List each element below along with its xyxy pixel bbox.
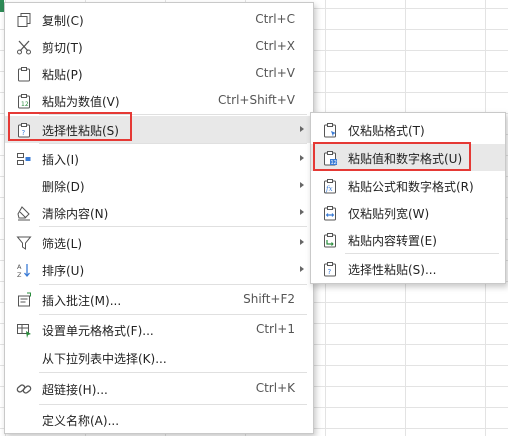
- paste-special-icon: ?: [15, 121, 33, 139]
- menu-item-label: 粘贴(P): [42, 68, 83, 82]
- submenu-item-paste-values-numbers[interactable]: 12 粘贴值和数字格式(U): [311, 144, 505, 171]
- menu-item-pick-from-list[interactable]: 从下拉列表中选择(K)...: [5, 344, 313, 371]
- menu-item-define-name[interactable]: 定义名称(A)...: [5, 406, 313, 433]
- menu-item-label: 筛选(L): [42, 237, 83, 251]
- paste-special-icon: ?: [321, 260, 339, 278]
- menu-item-shortcut: Ctrl+X: [255, 39, 295, 53]
- menu-item-shortcut: Ctrl+K: [255, 381, 295, 395]
- chevron-right-icon: [300, 155, 304, 161]
- menu-item-paste-values[interactable]: 12 粘贴为数值(V) Ctrl+Shift+V: [5, 87, 313, 114]
- svg-text:12: 12: [21, 101, 29, 108]
- paste-column-width-icon: [321, 204, 339, 222]
- context-menu: 复制(C) Ctrl+C 剪切(T) Ctrl+X 粘贴(P) Ctrl+V 1…: [4, 2, 314, 434]
- menu-item-copy[interactable]: 复制(C) Ctrl+C: [5, 6, 313, 33]
- menu-separator: [39, 143, 307, 144]
- submenu-item-label: 仅粘贴列宽(W): [348, 207, 430, 221]
- menu-item-label: 选择性粘贴(S): [42, 124, 119, 138]
- paste-values-icon: 12: [15, 92, 33, 110]
- menu-item-hyperlink[interactable]: 超链接(H)... Ctrl+K: [5, 375, 313, 402]
- paste-format-icon: [321, 121, 339, 139]
- paste-special-submenu: 仅粘贴格式(T) 12 粘贴值和数字格式(U) fx 粘贴公式和数字格式(R) …: [310, 112, 506, 284]
- submenu-item-label: 仅粘贴格式(T): [348, 124, 425, 138]
- menu-separator: [345, 253, 499, 254]
- chevron-right-icon: [300, 209, 304, 215]
- submenu-item-paste-formulas-numbers[interactable]: fx 粘贴公式和数字格式(R): [311, 172, 505, 199]
- menu-item-label: 删除(D): [42, 180, 85, 194]
- submenu-item-paste-column-width[interactable]: 仅粘贴列宽(W): [311, 199, 505, 226]
- svg-text:A: A: [17, 263, 22, 271]
- menu-separator: [39, 226, 307, 227]
- menu-item-format-cells[interactable]: 设置单元格格式(F)... Ctrl+1: [5, 316, 313, 343]
- svg-text:Z: Z: [17, 271, 22, 278]
- submenu-item-label: 选择性粘贴(S)...: [348, 263, 437, 277]
- svg-text:fx: fx: [325, 185, 333, 193]
- submenu-item-paste-format-only[interactable]: 仅粘贴格式(T): [311, 116, 505, 143]
- eraser-icon: [15, 204, 33, 222]
- menu-separator: [39, 314, 307, 315]
- copy-icon: [15, 11, 33, 29]
- submenu-item-paste-special[interactable]: ? 选择性粘贴(S)...: [311, 255, 505, 282]
- menu-separator: [39, 114, 307, 115]
- menu-item-label: 设置单元格格式(F)...: [42, 324, 154, 338]
- submenu-item-label: 粘贴值和数字格式(U): [348, 152, 463, 166]
- menu-item-label: 复制(C): [42, 14, 84, 28]
- format-cells-icon: [15, 321, 33, 339]
- menu-item-label: 超链接(H)...: [42, 383, 108, 397]
- menu-item-insert[interactable]: 插入(I): [5, 145, 313, 172]
- menu-item-insert-comment[interactable]: 插入批注(M)... Shift+F2: [5, 286, 313, 313]
- menu-item-label: 插入(I): [42, 153, 79, 167]
- menu-item-label: 清除内容(N): [42, 207, 109, 221]
- chevron-right-icon: [300, 239, 304, 245]
- menu-item-label: 剪切(T): [42, 41, 83, 55]
- submenu-item-paste-transpose[interactable]: 粘贴内容转置(E): [311, 226, 505, 253]
- chevron-right-icon: [300, 182, 304, 188]
- menu-separator: [39, 372, 307, 373]
- menu-item-cut[interactable]: 剪切(T) Ctrl+X: [5, 33, 313, 60]
- paste-transpose-icon: [321, 231, 339, 249]
- menu-item-shortcut: Ctrl+V: [255, 66, 295, 80]
- menu-item-shortcut: Ctrl+Shift+V: [218, 93, 295, 107]
- chevron-right-icon: [300, 266, 304, 272]
- paste-values-numbers-icon: 12: [321, 149, 339, 167]
- paste-icon: [15, 65, 33, 83]
- paste-formulas-icon: fx: [321, 177, 339, 195]
- menu-separator: [39, 404, 307, 405]
- menu-item-filter[interactable]: 筛选(L): [5, 229, 313, 256]
- comment-icon: [15, 291, 33, 309]
- menu-item-shortcut: Ctrl+1: [255, 322, 295, 336]
- menu-item-delete[interactable]: 删除(D): [5, 172, 313, 199]
- menu-item-label: 定义名称(A)...: [42, 414, 120, 428]
- menu-item-label: 插入批注(M)...: [42, 294, 122, 308]
- svg-text:12: 12: [331, 160, 337, 166]
- insert-icon: [15, 150, 33, 168]
- submenu-item-label: 粘贴内容转置(E): [348, 234, 437, 248]
- menu-item-label: 粘贴为数值(V): [42, 95, 120, 109]
- menu-item-sort[interactable]: AZ 排序(U): [5, 256, 313, 283]
- menu-item-shortcut: Shift+F2: [243, 292, 295, 306]
- chevron-right-icon: [300, 126, 304, 132]
- svg-text:?: ?: [328, 268, 332, 276]
- sort-icon: AZ: [15, 261, 33, 279]
- menu-item-clear-contents[interactable]: 清除内容(N): [5, 199, 313, 226]
- filter-icon: [15, 234, 33, 252]
- svg-text:?: ?: [22, 129, 26, 137]
- menu-item-paste[interactable]: 粘贴(P) Ctrl+V: [5, 60, 313, 87]
- scissors-icon: [15, 38, 33, 56]
- menu-item-shortcut: Ctrl+C: [255, 12, 295, 26]
- menu-item-label: 排序(U): [42, 264, 85, 278]
- menu-separator: [39, 284, 307, 285]
- link-icon: [15, 380, 33, 398]
- menu-item-paste-special[interactable]: ? 选择性粘贴(S): [5, 116, 313, 143]
- submenu-item-label: 粘贴公式和数字格式(R): [348, 180, 474, 194]
- menu-item-label: 从下拉列表中选择(K)...: [42, 352, 167, 366]
